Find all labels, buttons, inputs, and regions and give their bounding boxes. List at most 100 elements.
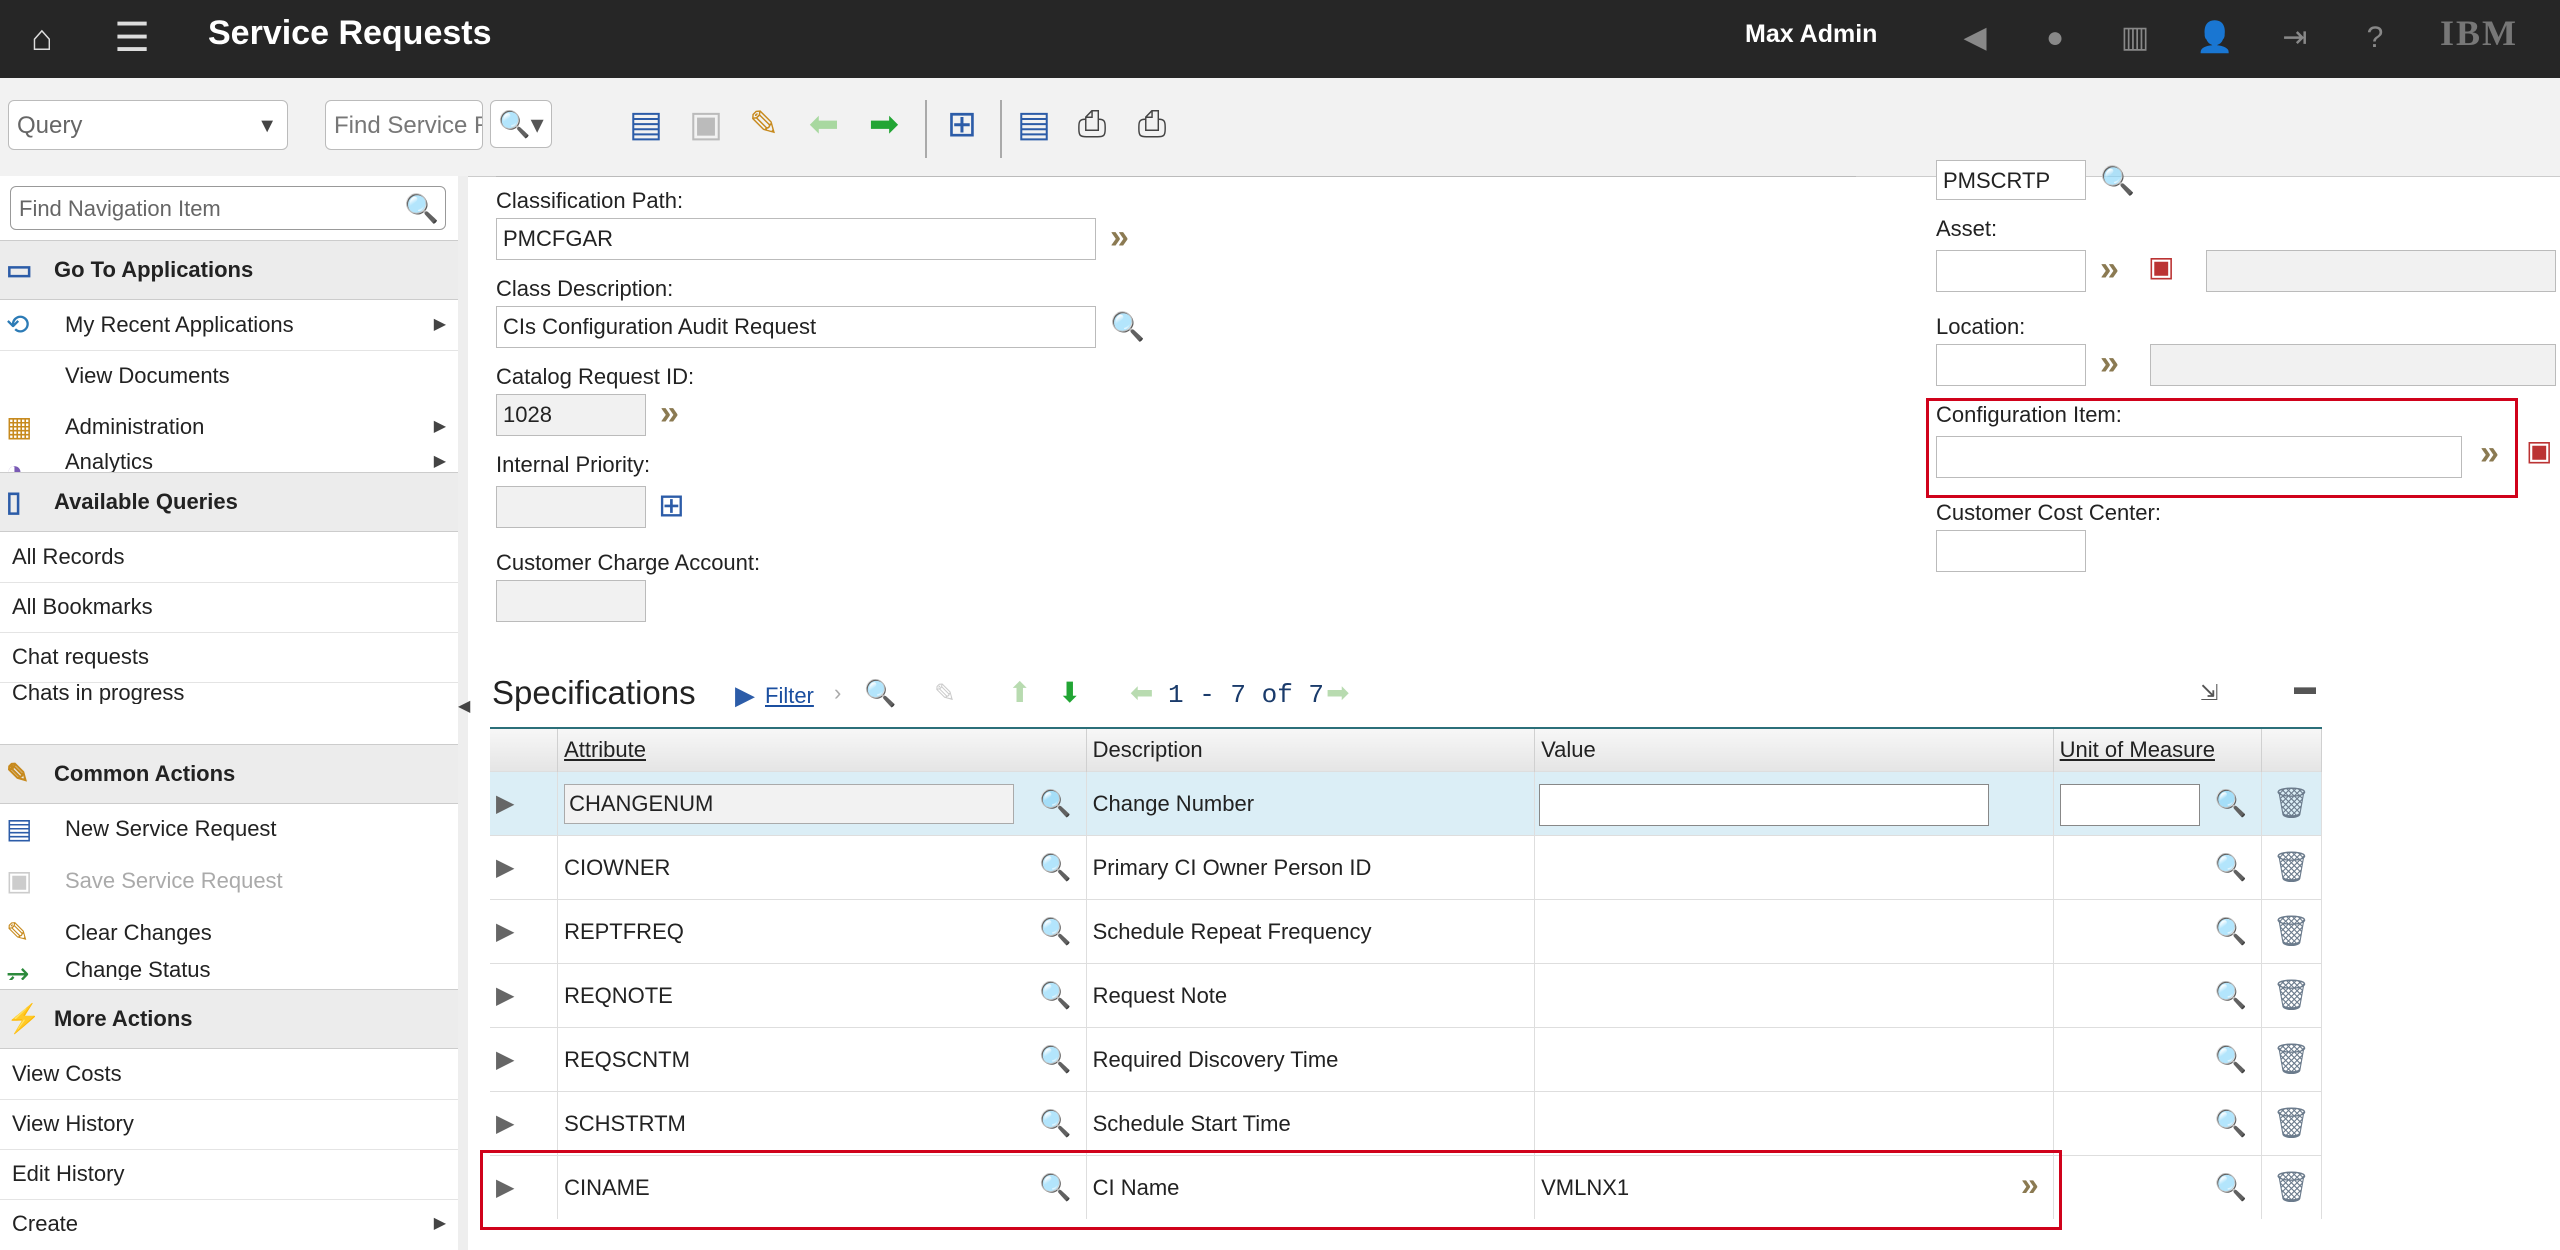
expand-row-icon[interactable]: ▶ [496,854,514,881]
search-options-icon[interactable]: 🔍▾ [490,100,552,148]
expand-row-icon[interactable]: ▶ [496,982,514,1009]
chat-icon[interactable]: ● [2035,18,2075,58]
table-row[interactable]: ▶ REQSCNTM 🔍 Required Discovery Time 🔍 🗑 [490,1027,2323,1092]
new-record-icon[interactable]: ▤ [622,100,670,148]
search-icon[interactable]: 🔍 [404,187,439,231]
nav-item-view-documents[interactable]: View Documents [0,351,458,401]
value-cell[interactable] [1534,835,2054,900]
search-icon[interactable]: 🔍 [2215,788,2247,819]
search-icon[interactable]: 🔍 [2100,164,2135,197]
value-cell[interactable] [1534,1091,2054,1156]
table-row[interactable]: ▶ REQNOTE 🔍 Request Note 🔍 🗑 [490,963,2323,1028]
collapse-section-icon[interactable]: ▬ [2294,674,2316,700]
action-view-history[interactable]: View History [0,1099,458,1150]
ci-lookup-icon[interactable]: ▣ [2526,434,2552,467]
top-right-field[interactable]: PMSCRTP [1936,160,2086,200]
search-icon[interactable]: 🔍 [1039,1044,1071,1075]
detail-menu-icon[interactable]: » [2100,250,2119,289]
collapse-icon[interactable]: ◀ [458,696,470,716]
detail-menu-icon[interactable]: » [660,394,679,433]
value-input[interactable] [1539,784,1990,826]
action-clear-changes[interactable]: ✎ Clear Changes [0,908,458,958]
search-icon[interactable]: 🔍 [1039,788,1071,819]
reports-icon[interactable]: ▥ [2115,18,2155,58]
column-header-attribute[interactable]: Attribute [557,727,1087,772]
section-common-actions[interactable]: ✎ Common Actions [0,744,458,804]
table-row[interactable]: ▶ CIOWNER 🔍 Primary CI Owner Person ID 🔍 … [490,835,2323,900]
query-select[interactable]: Query ▼ [8,100,288,150]
workflow-icon[interactable]: ⊞ [938,100,986,148]
nav-item-recent-applications[interactable]: ⟲ My Recent Applications ▶ [0,300,458,351]
section-more-actions[interactable]: ⚡ More Actions [0,989,458,1049]
nav-item-administration[interactable]: ▦ Administration ▶ [0,402,458,452]
next-record-icon[interactable]: ➡ [860,100,908,148]
previous-record-icon[interactable]: ⬅ [800,100,848,148]
action-view-costs[interactable]: View Costs [0,1049,458,1100]
action-new-service-request[interactable]: ▤ New Service Request [0,804,458,854]
report-icon[interactable]: ▤ [1010,100,1058,148]
search-icon[interactable]: 🔍 [2215,1108,2247,1139]
query-all-records[interactable]: All Records [0,532,458,583]
expand-row-icon[interactable]: ▶ [496,1110,514,1137]
delete-row-icon[interactable]: 🗑 [2272,1107,2310,1140]
action-change-status[interactable]: ⇄ Change Status [0,960,458,980]
asset-lookup-icon[interactable]: ▣ [2148,250,2174,283]
search-icon[interactable]: 🔍 [2215,852,2247,883]
table-row[interactable]: ▶ SCHSTRTM 🔍 Schedule Start Time 🔍 🗑 [490,1091,2323,1156]
priority-matrix-icon[interactable]: ⊞ [658,486,685,524]
section-available-queries[interactable]: ▯ Available Queries [0,472,458,532]
filter-link[interactable]: Filter [765,683,814,709]
configuration-item-field[interactable] [1936,436,2462,478]
print-attachments-icon[interactable]: ⎙ [1128,100,1176,148]
class-description-field[interactable]: CIs Configuration Audit Request [496,306,1096,348]
clear-changes-icon[interactable]: ✎ [740,100,788,148]
search-icon[interactable]: 🔍 [1110,310,1145,343]
customer-cost-center-field[interactable] [1936,530,2086,572]
delete-row-icon[interactable]: 🗑 [2272,979,2310,1012]
delete-row-icon[interactable]: 🗑 [2272,851,2310,884]
column-header-unit-of-measure[interactable]: Unit of Measure [2053,727,2262,772]
search-icon[interactable]: 🔍 [2215,1172,2247,1203]
arrow-down-icon[interactable]: ⬇ [1058,676,1081,709]
delete-row-icon[interactable]: 🗑 [2272,787,2310,820]
delete-row-icon[interactable]: 🗑 [2272,915,2310,948]
help-icon[interactable]: ? [2355,18,2395,58]
search-icon[interactable]: 🔍 [2215,916,2247,947]
classification-path-field[interactable]: PMCFGAR [496,218,1096,260]
asset-field[interactable] [1936,250,2086,292]
download-icon[interactable]: ⇲ [2200,680,2218,706]
detail-menu-icon[interactable]: » [2480,434,2499,473]
delete-row-icon[interactable]: 🗑 [2272,1043,2310,1076]
search-icon[interactable]: 🔍 [2215,1044,2247,1075]
print-icon[interactable]: ⎙ [1068,100,1116,148]
location-field[interactable] [1936,344,2086,386]
nav-item-analytics[interactable]: ◑ Analytics ▶ [0,453,458,473]
query-chat-requests[interactable]: Chat requests [0,632,458,683]
menu-icon[interactable]: ☰ [112,18,152,58]
table-row[interactable]: ▶ REPTFREQ 🔍 Schedule Repeat Frequency 🔍 … [490,899,2323,964]
search-icon[interactable]: 🔍 [1039,852,1071,883]
profile-icon[interactable]: 👤 [2195,18,2235,58]
user-name[interactable]: Max Admin [1745,20,1877,49]
search-icon[interactable]: 🔍 [2215,980,2247,1011]
table-row[interactable]: ▶ CHANGENUM 🔍 Change Number 🔍 🗑 [490,771,2323,836]
query-chats-in-progress[interactable]: Chats in progress [0,682,458,704]
query-all-bookmarks[interactable]: All Bookmarks [0,582,458,633]
find-service-request-input[interactable]: Find Service Re [325,100,483,150]
find-navigation-input[interactable]: Find Navigation Item 🔍 [10,186,446,230]
search-icon[interactable]: 🔍 [1039,916,1071,947]
detail-menu-icon[interactable]: » [2100,344,2119,383]
action-edit-history[interactable]: Edit History [0,1149,458,1200]
sidebar-splitter[interactable]: ◀ [458,176,470,1250]
megaphone-icon[interactable]: ◀ [1955,18,1995,58]
signout-icon[interactable]: ⇥ [2275,18,2315,58]
expand-row-icon[interactable]: ▶ [496,1046,514,1073]
detail-menu-icon[interactable]: » [1110,218,1129,257]
unit-of-measure-input[interactable] [2059,784,2200,826]
filter-arrow-icon[interactable]: ▶ [735,680,755,711]
expand-row-icon[interactable]: ▶ [496,918,514,945]
action-create[interactable]: Create ▶ [0,1199,458,1249]
search-icon[interactable]: 🔍 [1039,980,1071,1011]
section-go-to-applications[interactable]: ▭ Go To Applications [0,240,458,300]
attribute-field[interactable]: CHANGENUM [564,784,1015,824]
